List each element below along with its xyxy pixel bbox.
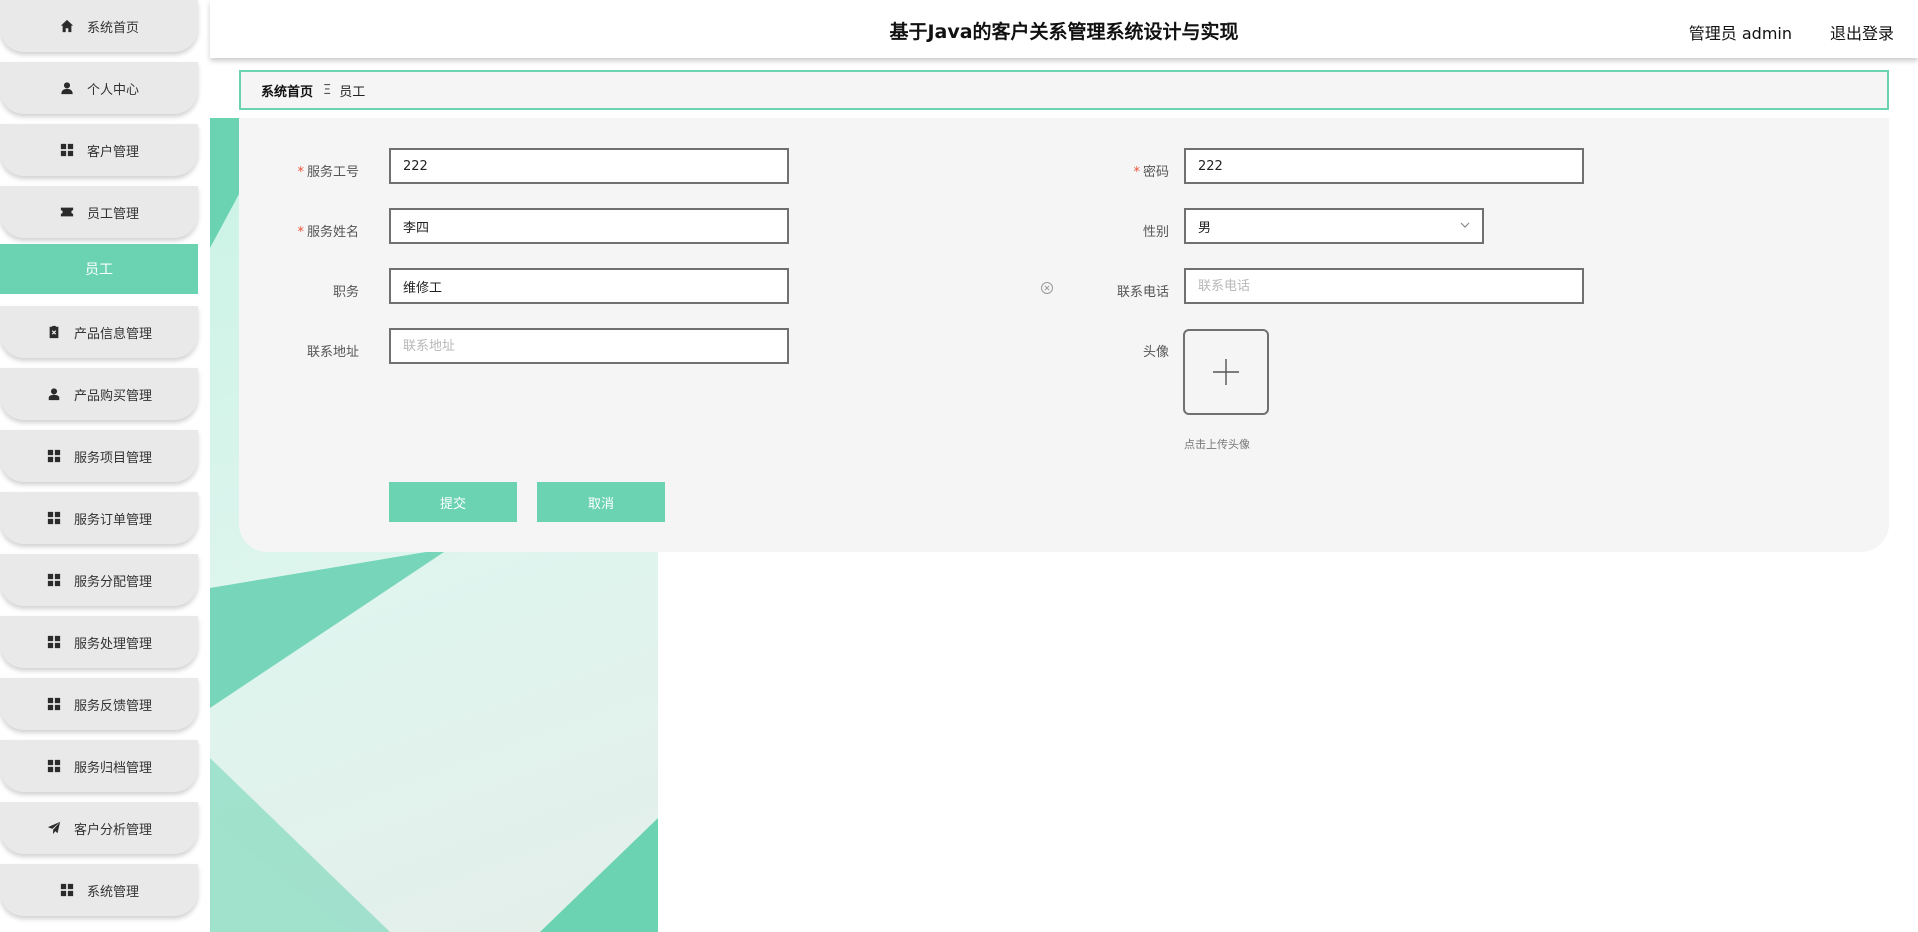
sidebar-item-service-order[interactable]: 服务订单管理 [0,492,198,544]
address-label: 联系地址 [306,345,359,360]
address-input[interactable] [389,328,789,364]
sidebar-item-label: 客户分析管理 [73,822,152,838]
phone-input[interactable] [1184,268,1584,304]
sidebar-subitem-staff[interactable]: 员工 [0,244,198,294]
grid-icon [59,882,75,898]
sidebar-item-label: 服务分配管理 [73,574,152,590]
required-mark: * [297,165,304,180]
sidebar-item-service-project[interactable]: 服务项目管理 [0,430,198,482]
sidebar-item-label: 服务项目管理 [73,450,152,466]
send-icon [46,820,62,836]
sidebar-item-service-handle[interactable]: 服务处理管理 [0,616,198,668]
avatar-label: 头像 [1142,345,1169,360]
grid-icon [46,572,62,588]
sidebar-item-label: 服务处理管理 [73,636,152,652]
required-mark: * [297,225,304,240]
chevron-down-icon [1460,222,1470,228]
required-mark: * [1133,165,1140,180]
submit-button[interactable]: 提交 [389,482,517,522]
gender-select[interactable]: 男 [1184,208,1484,244]
breadcrumb-current: 员工 [339,84,366,100]
sidebar-item-label: 产品信息管理 [73,326,152,342]
sidebar-item-label: 服务归档管理 [73,760,152,776]
sidebar-item-label: 产品购买管理 [73,388,152,404]
avatar-upload[interactable] [1183,329,1269,415]
service-name-label: * 服务姓名 [297,225,359,240]
current-user-label: 管理员 admin [1688,24,1792,43]
password-input[interactable] [1184,148,1584,184]
logout-link[interactable]: 退出登录 [1830,20,1894,44]
position-input[interactable] [389,268,789,304]
person-icon [59,80,75,96]
breadcrumb-separator: Ξ [323,82,332,98]
sidebar-item-profile[interactable]: 个人中心 [0,62,198,114]
employee-form: *服务工号 *密码 *服务姓名 性别 男 职务 联系电话 联系地址 头像 提交 … [239,118,1889,552]
sidebar-subitem-label: 员工 [85,262,113,278]
sidebar: 系统首页 个人中心 客户管理 员工管理 员工 产品信息管理 产品购买管理 服务项… [0,0,200,932]
grid-icon [59,142,75,158]
gender-label: 性别 [1142,225,1169,240]
sidebar-item-label: 系统管理 [86,884,139,900]
grid-icon [46,510,62,526]
sidebar-item-product-info[interactable]: 产品信息管理 [0,306,198,358]
sidebar-item-label: 服务订单管理 [73,512,152,528]
sidebar-item-service-feedback[interactable]: 服务反馈管理 [0,678,198,730]
sidebar-item-service-archive[interactable]: 服务归档管理 [0,740,198,792]
sidebar-item-label: 客户管理 [86,144,139,160]
grid-icon [46,758,62,774]
sidebar-item-service-assign[interactable]: 服务分配管理 [0,554,198,606]
user-icon [46,386,62,402]
grid-icon [46,448,62,464]
gender-select-value: 男 [1198,220,1212,236]
avatar-upload-hint: 点击上传头像 [1184,438,1250,451]
password-label: * 密码 [1133,165,1169,180]
grid-icon [46,634,62,650]
breadcrumb-home[interactable]: 系统首页 [261,81,313,100]
phone-label: 联系电话 [1116,285,1169,300]
sidebar-item-system[interactable]: 系统管理 [0,864,198,916]
sidebar-item-label: 服务反馈管理 [73,698,152,714]
home-icon [59,18,75,34]
cancel-button[interactable]: 取消 [537,482,665,522]
sidebar-item-label: 系统首页 [86,20,139,36]
sidebar-item-staff[interactable]: 员工管理 [0,186,198,238]
grid-icon [46,696,62,712]
breadcrumb: 系统首页 Ξ 员工 [239,70,1889,110]
sidebar-item-label: 员工管理 [86,206,139,222]
position-label: 职务 [332,285,359,300]
sidebar-item-customers[interactable]: 客户管理 [0,124,198,176]
sidebar-item-product-purchase[interactable]: 产品购买管理 [0,368,198,420]
sidebar-item-customer-analysis[interactable]: 客户分析管理 [0,802,198,854]
service-id-input[interactable] [389,148,789,184]
plus-icon [1213,359,1239,385]
ticket-icon [59,204,75,220]
top-header: 基于Java的客户关系管理系统设计与实现 管理员 admin 退出登录 [210,0,1918,58]
sidebar-item-home[interactable]: 系统首页 [0,0,198,52]
app-title: 基于Java的客户关系管理系统设计与实现 [889,21,1239,43]
service-id-label: * 服务工号 [297,165,359,180]
sidebar-item-label: 个人中心 [86,82,139,98]
clipboard-icon [46,324,62,340]
service-name-input[interactable] [389,208,789,244]
